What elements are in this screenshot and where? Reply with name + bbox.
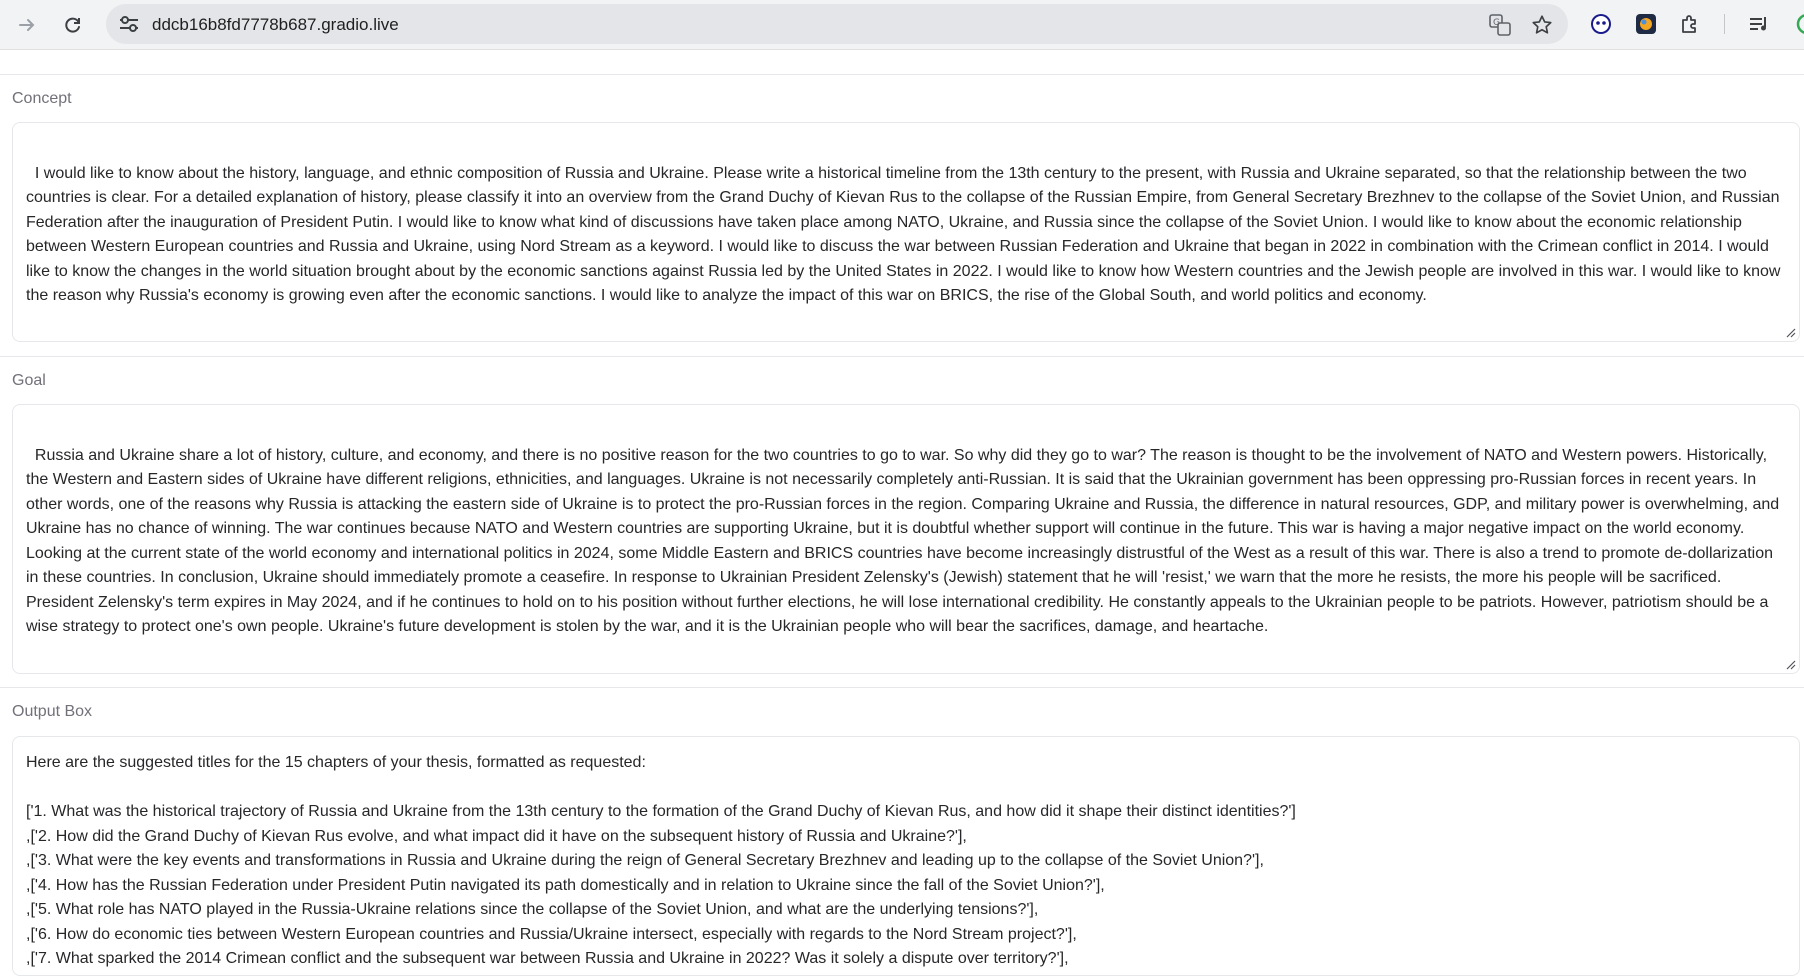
section-divider (0, 356, 1804, 357)
output-line: ,['2. How did the Grand Duchy of Kievan … (26, 827, 967, 845)
output-line: ,['6. How do economic ties between Weste… (26, 925, 1077, 943)
concept-textarea[interactable]: I would like to know about the history, … (12, 122, 1800, 342)
goal-text[interactable]: Russia and Ukraine share a lot of histor… (26, 447, 1784, 636)
output-textarea[interactable]: Here are the suggested titles for the 15… (12, 736, 1800, 976)
extension-colorful-icon[interactable] (1634, 12, 1658, 36)
url-text[interactable]: ddcb16b8fd7778b687.gradio.live (152, 15, 399, 35)
output-line: ,['5. What role has NATO played in the R… (26, 901, 1039, 918)
output-line: ,['7. What sparked the 2014 Crimean conf… (26, 950, 1069, 967)
reload-icon[interactable] (58, 10, 88, 40)
resize-grip-icon[interactable] (1784, 658, 1796, 670)
svg-text:G: G (1493, 18, 1500, 28)
output-line: ,['4. How has the Russian Federation und… (26, 876, 1105, 894)
output-line: ,['3. What were the key events and trans… (26, 852, 1264, 869)
forward-arrow-icon[interactable] (12, 10, 42, 40)
address-bar[interactable]: ddcb16b8fd7778b687.gradio.live G (106, 4, 1568, 44)
star-icon[interactable] (1530, 13, 1554, 37)
concept-label: Concept (12, 90, 72, 107)
toolbar-separator (1724, 14, 1725, 34)
goal-textarea[interactable]: Russia and Ukraine share a lot of histor… (12, 404, 1800, 674)
extension-face-icon[interactable] (1589, 12, 1613, 36)
output-line: Here are the suggested titles for the 15… (26, 754, 646, 771)
output-line: ['1. What was the historical trajectory … (26, 803, 1296, 820)
extension-partial-icon[interactable] (1790, 12, 1804, 36)
page-top-divider (0, 74, 1804, 75)
browser-toolbar: ddcb16b8fd7778b687.gradio.live G (0, 0, 1804, 50)
concept-text[interactable]: I would like to know about the history, … (26, 165, 1785, 305)
puzzle-icon[interactable] (1679, 12, 1703, 36)
goal-label: Goal (12, 372, 46, 389)
media-control-icon[interactable] (1747, 12, 1771, 36)
section-divider (0, 687, 1804, 688)
tune-icon[interactable] (118, 14, 140, 34)
translate-icon[interactable]: G (1488, 13, 1512, 37)
resize-grip-icon[interactable] (1784, 326, 1796, 338)
output-box-label: Output Box (12, 703, 93, 720)
